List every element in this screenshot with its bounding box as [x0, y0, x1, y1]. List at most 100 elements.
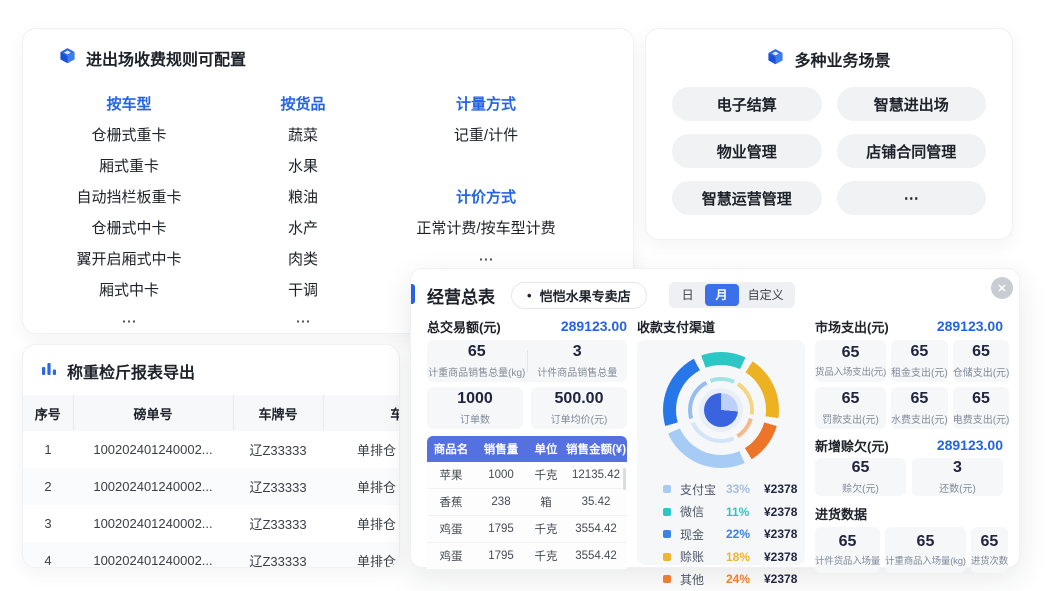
legend-swatch — [663, 530, 671, 538]
col-header-ticket-no: 磅单号 — [73, 395, 233, 431]
stat-label: 计件商品销售总量 — [537, 364, 617, 379]
tab-custom[interactable]: 自定义 — [739, 284, 793, 306]
business-summary-card: 经营总表 • 恺恺水果专卖店 日 月 自定义 ✕ 总交易额(元) 289123.… — [410, 268, 1020, 568]
cell-unit: 千克 — [527, 548, 565, 564]
table-row: 3 100202401240002... 辽Z33333 单排仓 — [23, 505, 400, 542]
store-selector[interactable]: • 恺恺水果专卖店 — [511, 282, 647, 309]
cell-plate: 辽Z33333 — [233, 542, 323, 568]
legend-name: 微信 — [680, 503, 726, 520]
legend-amount: ¥2378 — [764, 550, 797, 564]
total-transaction-label: 总交易额(元) — [427, 317, 501, 336]
vehicle-type-more: ⋯ — [23, 306, 235, 337]
payment-channels-label: 收款支付渠道 — [637, 317, 715, 336]
vehicle-type-item: 翼开启厢式中卡 — [23, 244, 235, 275]
scenario-pill-more[interactable]: ⋯ — [837, 181, 987, 215]
rent-expense-stat: 65 租金支出(元) — [891, 340, 948, 382]
total-transaction-value: 289123.00 — [561, 318, 627, 334]
weighed-entry-stat: 65 计重商品入场量(kg) — [885, 527, 966, 573]
purchase-count-stat: 65 进货次数 — [971, 527, 1008, 573]
stat-value: 65 — [910, 343, 928, 361]
sales-totals-box: 65 计重商品销售总量(kg) 3 计件商品销售总量 — [427, 340, 627, 382]
vehicle-type-item: 厢式重卡 — [23, 151, 235, 182]
legend-item-cash: 现金 22% ¥2378 — [663, 523, 805, 546]
close-icon[interactable]: ✕ — [991, 277, 1013, 299]
scenario-pill-smart-operation[interactable]: 智慧运营管理 — [672, 181, 822, 215]
stat-value: 65 — [980, 533, 998, 551]
store-name: 恺恺水果专卖店 — [540, 286, 631, 305]
cell-unit: 箱 — [527, 494, 565, 510]
new-credit-row: 新增赊欠(元) 289123.00 — [815, 436, 1003, 454]
table-row: 4 100202401240002... 辽Z33333 单排仓 — [23, 542, 400, 568]
tab-month[interactable]: 月 — [705, 284, 739, 306]
table-row: 鸡蛋 1795 千克 3554.42 — [427, 516, 627, 543]
legend-name: 赊账 — [680, 548, 726, 565]
scenario-pill-grid: 电子结算 智慧进出场 物业管理 店铺合同管理 智慧运营管理 ⋯ — [646, 87, 1012, 215]
col-header-amount: 销售金额(¥) — [565, 441, 627, 457]
payment-channels-column: 收款支付渠道 支付宝 33% ¥2378 — [637, 317, 805, 573]
legend-amount: ¥2378 — [764, 505, 797, 519]
stat-value: 1000 — [457, 390, 493, 408]
scenarios-title-row: 多种业务场景 — [646, 47, 1012, 71]
goods-item: 干调 — [235, 275, 371, 306]
weighing-title-row: 称重检斤报表导出 — [23, 345, 399, 383]
weighing-card-title: 称重检斤报表导出 — [67, 359, 195, 383]
stat-label: 仓储支出(元) — [953, 364, 1010, 379]
fee-rules-title-row: 进出场收费规则可配置 — [23, 29, 633, 70]
table-row: 2 100202401240002... 辽Z33333 单排仓 — [23, 468, 400, 505]
payment-channels-row: 收款支付渠道 — [637, 317, 805, 335]
tab-day[interactable]: 日 — [671, 284, 705, 306]
table-scrollbar[interactable] — [623, 468, 626, 490]
payment-donut-chart — [663, 352, 779, 468]
legend-item-alipay: 支付宝 33% ¥2378 — [663, 478, 805, 501]
cell-unit: 千克 — [527, 521, 565, 537]
legend-percent: 18% — [726, 550, 764, 564]
vehicle-type-header: 按车型 — [23, 89, 235, 120]
goods-entry-expense-stat: 65 货品入场支出(元) — [815, 340, 886, 382]
stat-value: 65 — [842, 390, 860, 408]
legend-percent: 24% — [726, 572, 764, 586]
legend-amount: ¥2378 — [764, 572, 797, 586]
cell-truck: 单排仓 — [323, 542, 400, 568]
pricing-method-header: 计价方式 — [371, 182, 601, 213]
scenario-pill-e-settlement[interactable]: 电子结算 — [672, 87, 822, 121]
stat-value: 65 — [972, 343, 990, 361]
cell-amount: 35.42 — [565, 496, 627, 508]
bullet-icon: • — [527, 288, 532, 303]
goods-more: ⋯ — [235, 306, 371, 337]
cell-product: 香蕉 — [427, 494, 475, 510]
scenario-pill-property[interactable]: 物业管理 — [672, 134, 822, 168]
electricity-expense-stat: 65 电费支出(元) — [953, 387, 1010, 429]
cell-truck: 单排仓 — [323, 468, 400, 505]
new-credit-value: 289123.00 — [937, 437, 1003, 453]
stat-value: 3 — [953, 459, 962, 477]
goods-item: 水产 — [235, 213, 371, 244]
cell-unit: 千克 — [527, 467, 565, 483]
table-row: 香蕉 238 箱 35.42 — [427, 489, 627, 516]
payment-legend: 支付宝 33% ¥2378 微信 11% ¥2378 现金 — [637, 474, 805, 591]
table-row: 1 100202401240002... 辽Z33333 单排仓 — [23, 431, 400, 468]
stat-label: 进货次数 — [971, 553, 1008, 567]
cell-qty: 238 — [475, 496, 527, 508]
fine-expense-stat: 65 罚款支出(元) — [815, 387, 886, 429]
repayment-stat: 3 还数(元) — [912, 458, 1003, 496]
bar-chart-icon — [41, 361, 57, 382]
stat-label: 订单均价(元) — [551, 411, 608, 426]
summary-header: 经营总表 • 恺恺水果专卖店 日 月 自定义 — [427, 281, 1003, 309]
cell-product: 苹果 — [427, 467, 475, 483]
weighing-table: 序号 磅单号 车牌号 车型 1 100202401240002... 辽Z333… — [23, 395, 400, 568]
pricing-method-item: 正常计费/按车型计费 — [371, 213, 601, 244]
marketing-dashboard-page: 进出场收费规则可配置 按车型 仓栅式重卡 厢式重卡 自动挡栏板重卡 仓栅式中卡 … — [0, 0, 1050, 591]
storage-expense-stat: 65 仓储支出(元) — [953, 340, 1010, 382]
cell-amount: 12135.42 — [565, 469, 627, 481]
scenario-pill-smart-gate[interactable]: 智慧进出场 — [837, 87, 987, 121]
water-expense-stat: 65 水费支出(元) — [891, 387, 948, 429]
scenario-pill-shop-contract[interactable]: 店铺合同管理 — [837, 134, 987, 168]
legend-item-other: 其他 24% ¥2378 — [663, 568, 805, 591]
stat-label: 还数(元) — [939, 480, 976, 495]
market-expense-label: 市场支出(元) — [815, 317, 889, 336]
stat-label: 货品入场支出(元) — [815, 364, 886, 378]
stat-value: 65 — [842, 344, 860, 362]
weighing-table-header-row: 序号 磅单号 车牌号 车型 — [23, 395, 400, 431]
stat-value: 500.00 — [555, 390, 604, 408]
summary-body: 总交易额(元) 289123.00 65 计重商品销售总量(kg) 3 计件商品… — [427, 317, 1003, 573]
